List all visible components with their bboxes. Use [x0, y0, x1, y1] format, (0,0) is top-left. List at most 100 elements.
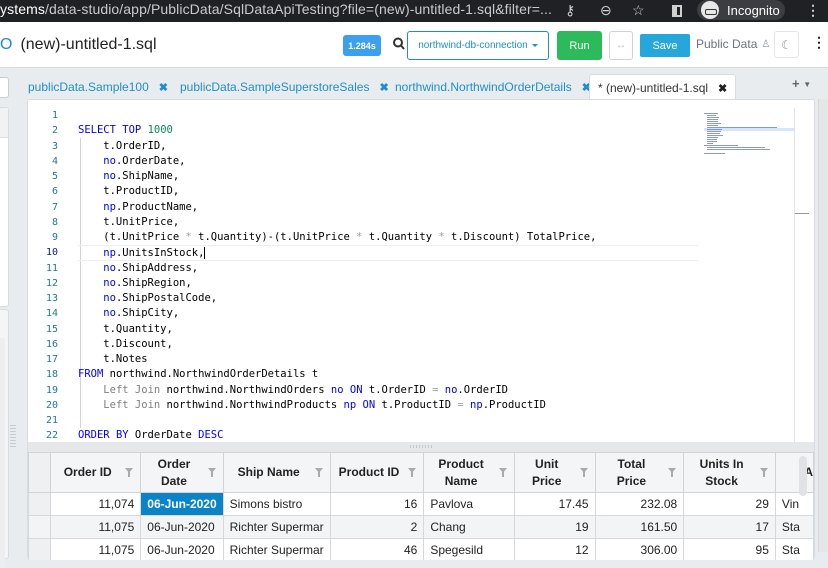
table-row[interactable]: 11,075 06-Jun-2020 Richter Supermar 46 Spege…: [28, 538, 814, 560]
table-row[interactable]: 11,074 06-Jun-2020 Simons bistro 16 Pavlova 1…: [28, 492, 814, 516]
code-line[interactable]: np.ProductName,: [78, 200, 698, 215]
grid-scrollbar[interactable]: [799, 456, 807, 496]
column-header[interactable]: Total Price: [594, 452, 685, 493]
zoom-out-icon[interactable]: ⊖: [600, 2, 612, 19]
editor-scrollbar[interactable]: [794, 108, 809, 442]
minimap[interactable]: [704, 108, 794, 442]
page-scrollbar[interactable]: [818, 99, 828, 552]
table-cell[interactable]: 16: [329, 492, 425, 516]
tab-sample100[interactable]: publicData.Sample100 ✖: [28, 74, 168, 100]
table-cell[interactable]: Chang: [423, 515, 515, 539]
browser-menu-icon[interactable]: ⋮: [806, 2, 820, 19]
table-cell[interactable]: 17.45: [513, 492, 596, 516]
table-cell[interactable]: 306.00: [594, 538, 685, 560]
code-line[interactable]: np.UnitsInStock,: [78, 245, 698, 261]
table-cell[interactable]: 06-Jun-2020: [140, 515, 224, 539]
column-header[interactable]: A: [774, 452, 814, 493]
url-text[interactable]: ystems/data-studio/app/PublicData/SqlDat…: [0, 1, 552, 17]
filter-icon[interactable]: [207, 468, 216, 477]
sidebar-search-input[interactable]: [0, 77, 9, 98]
code-line[interactable]: no.ShipAddress,: [78, 261, 698, 276]
code-line[interactable]: Left Join northwind.NorthwindProducts np…: [78, 398, 698, 413]
table-cell[interactable]: Sta: [774, 538, 814, 560]
key-icon[interactable]: ⚷: [565, 2, 575, 19]
table-cell[interactable]: Richter Supermar: [222, 538, 331, 560]
tab-superstore-sales[interactable]: publicData.SampleSuperstoreSales ✖: [180, 74, 389, 100]
code-line[interactable]: no.OrderDate,: [78, 154, 698, 169]
code-line[interactable]: no.ShipPostalCode,: [78, 291, 698, 306]
table-cell[interactable]: Simons bistro: [222, 492, 331, 516]
sidebar-resize-handle[interactable]: [10, 425, 16, 447]
code-line[interactable]: no.ShipCity,: [78, 306, 698, 321]
close-icon[interactable]: ✖: [718, 82, 727, 95]
table-cell[interactable]: 2: [329, 515, 425, 539]
column-header[interactable]: Units In Stock: [683, 452, 776, 493]
filter-icon[interactable]: [314, 468, 323, 477]
column-header[interactable]: Product Name: [423, 452, 515, 493]
star-icon[interactable]: ☆: [632, 2, 645, 19]
column-header[interactable]: Order Date: [140, 452, 224, 493]
code-line[interactable]: ORDER BY OrderDate DESC: [78, 428, 698, 442]
filter-icon[interactable]: [759, 468, 768, 477]
connection-select[interactable]: northwind-db-connection: [407, 31, 549, 60]
results-splitter[interactable]: [28, 442, 814, 452]
column-header[interactable]: Product ID: [329, 452, 425, 493]
column-header[interactable]: Ship Name: [222, 452, 331, 493]
tab-untitled-sql[interactable]: * (new)-untitled-1.sql ✖: [589, 74, 737, 101]
code-line[interactable]: no.ShipRegion,: [78, 276, 698, 291]
table-cell[interactable]: Vin: [774, 492, 814, 516]
table-cell[interactable]: 11,075: [50, 538, 142, 560]
table-cell[interactable]: 06-Jun-2020: [140, 538, 224, 560]
table-cell[interactable]: Sta: [774, 515, 814, 539]
tab-northwind-order-details[interactable]: northwind.NorthwindOrderDetails ✖: [395, 74, 591, 100]
row-header[interactable]: [28, 492, 52, 516]
table-cell[interactable]: 06-Jun-2020: [140, 492, 224, 516]
table-cell[interactable]: 161.50: [594, 515, 685, 539]
filter-icon[interactable]: [498, 468, 507, 477]
column-header[interactable]: Unit Price: [513, 452, 596, 493]
more-menu-icon[interactable]: ⋮: [812, 34, 826, 51]
filter-icon[interactable]: [579, 468, 588, 477]
table-cell[interactable]: Spegesild: [423, 538, 515, 560]
table-cell[interactable]: Pavlova: [423, 492, 515, 516]
code-line[interactable]: [78, 413, 698, 428]
code-line[interactable]: t.OrderID,: [78, 139, 698, 154]
table-cell[interactable]: 11,075: [50, 515, 142, 539]
run-button[interactable]: Run: [557, 31, 602, 60]
incognito-indicator[interactable]: Incognito: [697, 0, 785, 20]
sidepanel-icon[interactable]: [672, 5, 682, 17]
table-row[interactable]: 11,075 06-Jun-2020 Richter Supermar 2 Chang 1…: [28, 515, 814, 539]
table-cell[interactable]: 12: [513, 538, 596, 560]
table-cell[interactable]: 17: [683, 515, 776, 539]
search-icon[interactable]: [392, 36, 406, 52]
code-line[interactable]: SELECT TOP 1000: [78, 123, 698, 138]
table-cell[interactable]: Richter Supermar: [222, 515, 331, 539]
table-cell[interactable]: 29: [683, 492, 776, 516]
row-header[interactable]: [28, 515, 52, 539]
row-header[interactable]: [28, 538, 52, 560]
code-line[interactable]: t.Discount,: [78, 337, 698, 352]
sql-editor[interactable]: 1234567891011121314151617181920212223 SE…: [28, 108, 814, 442]
code-area[interactable]: SELECT TOP 1000 t.OrderID, no.OrderDate,…: [78, 108, 698, 442]
workspace-user[interactable]: Public Data ♙: [696, 37, 770, 51]
code-line[interactable]: no.ShipName,: [78, 169, 698, 184]
column-header[interactable]: Order ID: [50, 452, 142, 493]
code-line[interactable]: (t.UnitPrice * t.Quantity)-(t.UnitPrice …: [78, 230, 698, 245]
table-cell[interactable]: 11,074: [50, 492, 142, 516]
table-cell[interactable]: 46: [329, 538, 425, 560]
filter-icon[interactable]: [668, 468, 677, 477]
code-line[interactable]: t.Quantity,: [78, 322, 698, 337]
add-tab-button[interactable]: + ▼: [792, 76, 811, 91]
filter-icon[interactable]: [125, 468, 134, 477]
table-cell[interactable]: 19: [513, 515, 596, 539]
code-line[interactable]: [78, 108, 698, 123]
code-line[interactable]: t.UnitPrice,: [78, 215, 698, 230]
close-icon[interactable]: ✖: [159, 81, 168, 94]
code-line[interactable]: FROM northwind.NorthwindOrderDetails t: [78, 367, 698, 382]
toggle-layout-button[interactable]: ↔: [609, 31, 633, 60]
filter-icon[interactable]: [408, 468, 417, 477]
table-cell[interactable]: 232.08: [594, 492, 685, 516]
theme-toggle-button[interactable]: ☾: [774, 31, 799, 58]
code-line[interactable]: t.ProductID,: [78, 184, 698, 199]
close-icon[interactable]: ✖: [379, 81, 388, 94]
